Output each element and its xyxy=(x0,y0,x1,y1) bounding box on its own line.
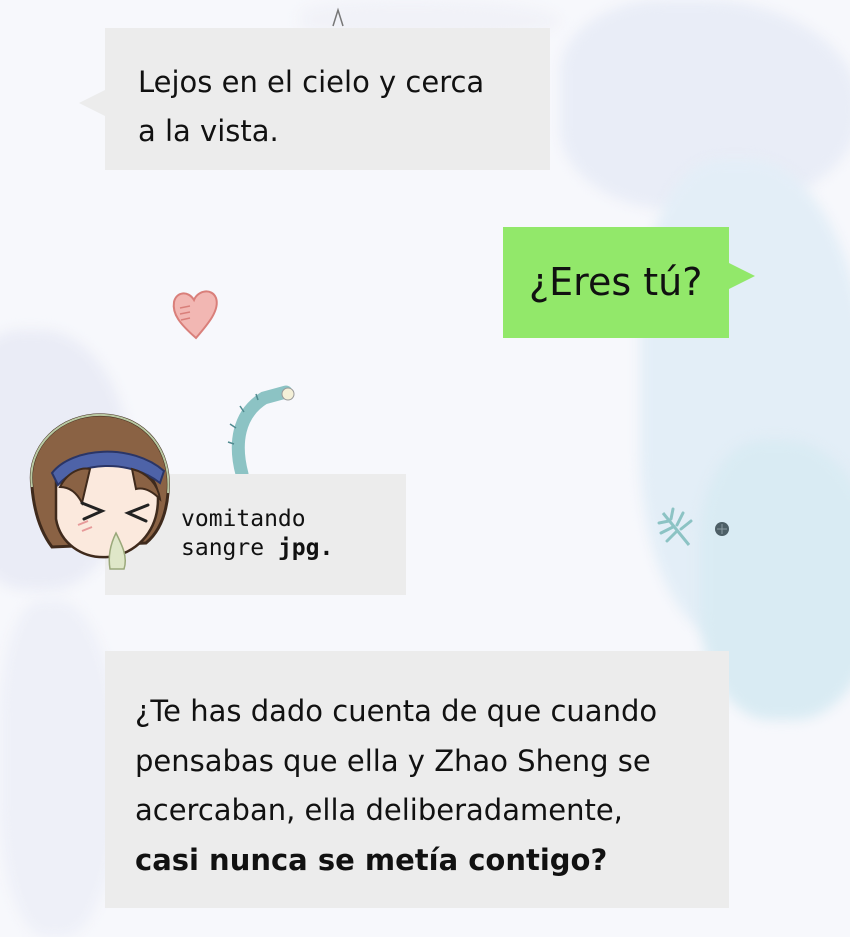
cactus-icon xyxy=(227,385,295,476)
message-text: vomitando xyxy=(181,506,306,532)
message-text-bold: jpg. xyxy=(277,535,334,561)
message-text: ¿Te has dado cuenta de que cuando xyxy=(135,694,658,728)
message-text: acercaban, ella deliberadamente, xyxy=(135,793,623,827)
message-bubble-outgoing: ¿Eres tú? xyxy=(503,227,755,338)
dot-icon xyxy=(715,522,729,536)
message-text: sangre xyxy=(181,535,278,561)
sparkle-icon xyxy=(332,7,344,27)
message-bubble-incoming: ¿Te has dado cuenta de que cuando pensab… xyxy=(105,651,729,908)
message-text: a la vista. xyxy=(138,114,279,148)
leaf-icon xyxy=(657,507,693,546)
bubble-tail xyxy=(729,263,755,289)
message-text: Lejos en el cielo y cerca xyxy=(138,65,485,99)
avatar-girl-icon xyxy=(29,413,170,570)
message-text: pensabas que ella y Zhao Sheng se xyxy=(135,743,651,778)
bubble-tail xyxy=(79,90,105,116)
heart-icon xyxy=(172,290,218,340)
message-text: ¿Eres tú? xyxy=(529,260,703,304)
message-text-bold: casi nunca se metía contigo? xyxy=(135,842,608,877)
message-bubble-incoming: Lejos en el cielo y cerca a la vista. xyxy=(79,28,550,170)
